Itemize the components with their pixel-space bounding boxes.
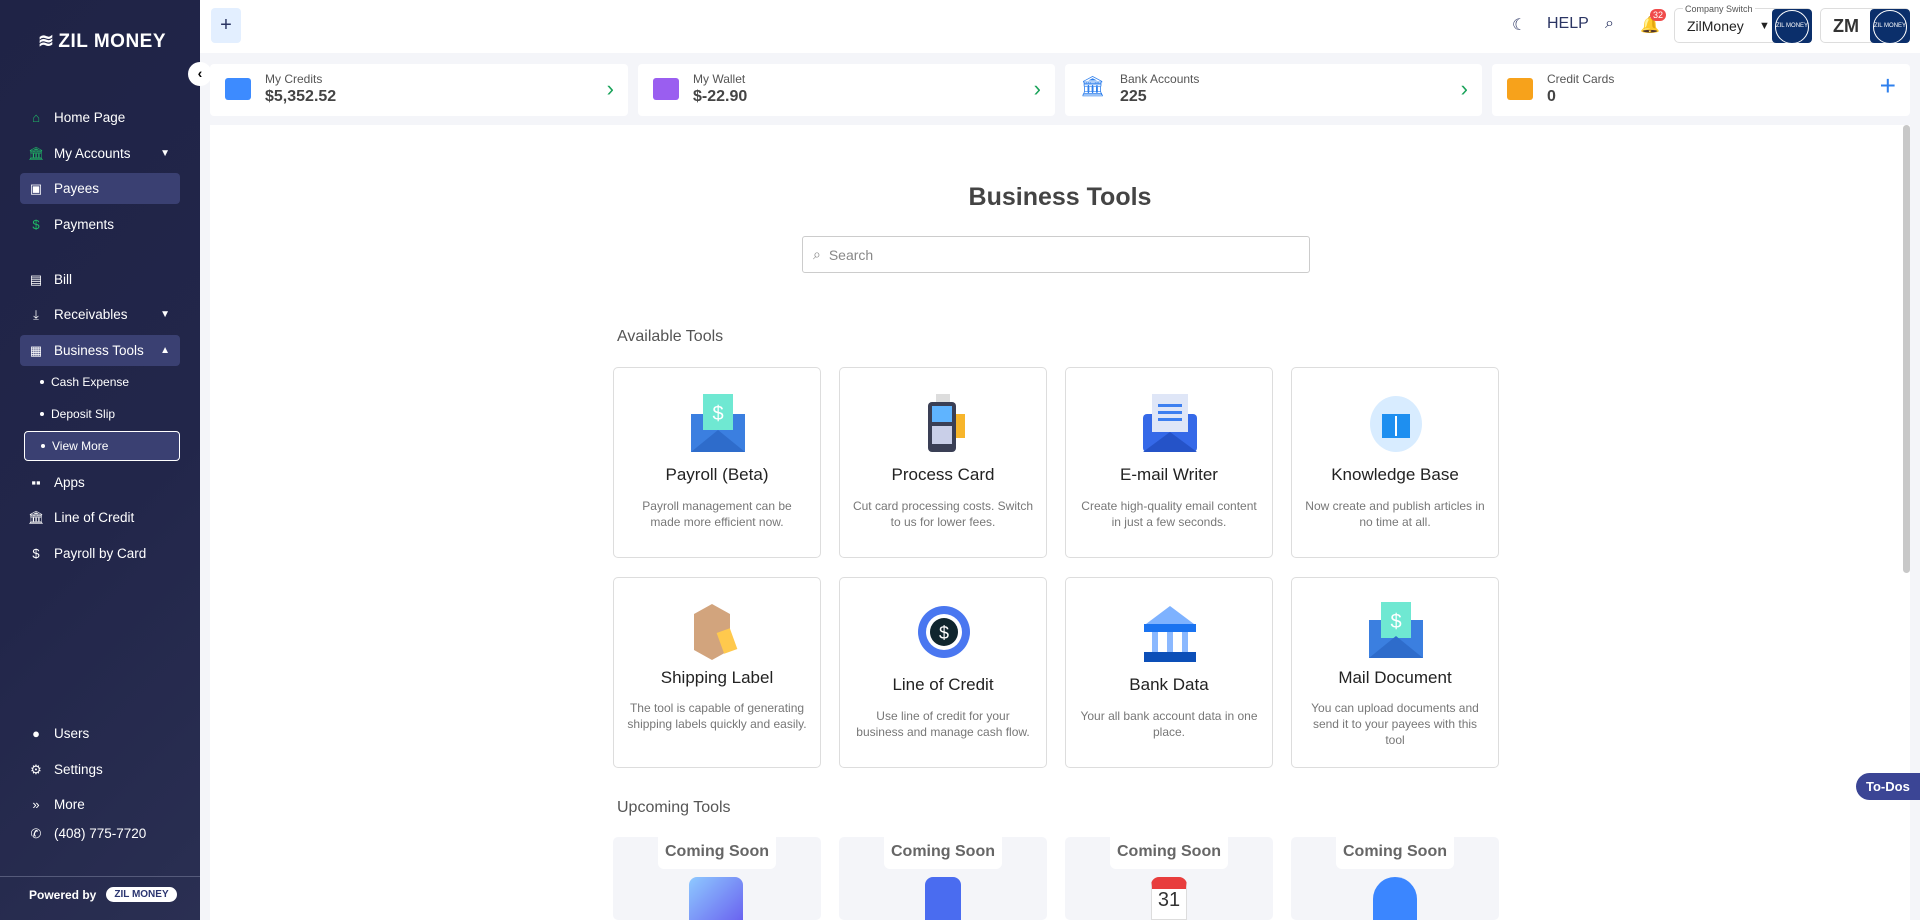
- chat-icon: [689, 877, 743, 920]
- available-tools-heading: Available Tools: [617, 328, 724, 345]
- divider: [0, 876, 200, 877]
- package-icon: [694, 604, 738, 660]
- sidebar-item-users[interactable]: ● Users: [20, 718, 180, 749]
- sidebar-item-bill[interactable]: ▤ Bill: [20, 264, 180, 295]
- credits-icon: [225, 78, 251, 100]
- sidebar-item-business-tools[interactable]: ▦ Business Tools ▲: [20, 335, 180, 366]
- brand-logo[interactable]: ≋ ZIL MONEY: [38, 30, 166, 53]
- summary-credit-cards[interactable]: Credit Cards 0 +: [1492, 64, 1910, 116]
- mail-document-icon: $: [1369, 602, 1423, 658]
- double-chevron-icon: »: [32, 797, 40, 812]
- todos-button[interactable]: To-Dos: [1856, 773, 1920, 800]
- sidebar-item-receivables[interactable]: ⤓ Receivables ▼: [20, 299, 180, 330]
- tool-card-shipping-label[interactable]: Shipping Label The tool is capable of gen…: [613, 577, 821, 768]
- sidebar-item-payees[interactable]: ▣ Payees: [20, 173, 180, 204]
- grid-icon: ▪▪: [31, 475, 41, 490]
- card-terminal-icon: [928, 394, 965, 452]
- bank-building-icon: [1144, 606, 1196, 662]
- svg-text:$: $: [712, 403, 723, 425]
- book-icon: [1370, 396, 1422, 452]
- contact-icon: ▣: [29, 180, 43, 196]
- upcoming-card-chat: Coming Soon: [613, 837, 821, 920]
- payroll-envelope-icon: $: [691, 394, 745, 452]
- calendar-icon: 31: [1151, 877, 1187, 920]
- search-input[interactable]: ⌕ Search: [802, 236, 1310, 273]
- sidebar-item-home[interactable]: ⌂ Home Page: [20, 102, 180, 133]
- dollar-icon: $: [32, 546, 40, 561]
- add-card-button[interactable]: +: [1880, 70, 1896, 102]
- tool-card-email-writer[interactable]: E-mail Writer Create high-quality email c…: [1065, 367, 1273, 558]
- user-icon: ●: [32, 726, 40, 741]
- sidebar-item-more[interactable]: » More: [20, 789, 180, 820]
- sub-item-view-more[interactable]: View More: [24, 431, 180, 461]
- bank-icon: 🏛: [1080, 76, 1106, 98]
- tool-card-bank-data[interactable]: Bank Data Your all bank account data in o…: [1065, 577, 1273, 768]
- summary-bank-accounts[interactable]: 🏛 Bank Accounts 225 ›: [1065, 64, 1482, 116]
- sidebar-item-apps[interactable]: ▪▪ Apps: [20, 467, 180, 498]
- user-avatar: ZIL MONEY: [1870, 9, 1910, 44]
- sub-item-deposit-slip[interactable]: Deposit Slip: [24, 399, 180, 429]
- sidebar: ≋ ZIL MONEY ⌂ Home Page 🏛 My Accounts ▼ ▣ Pay…: [0, 0, 200, 920]
- upcoming-card-video: Coming Soon: [1291, 837, 1499, 920]
- chevron-right-icon[interactable]: ›: [1034, 76, 1041, 102]
- powered-by: Powered by ZIL MONEY: [29, 887, 177, 902]
- upcoming-card-calendar: Coming Soon 31: [1065, 837, 1273, 920]
- top-bar: + ☾ HELP ⌕ 🔔 32 Company Switch ZilMoney ▼…: [200, 0, 1920, 53]
- gear-dollar-icon: $: [918, 606, 970, 658]
- bank-icon: 🏛: [28, 509, 45, 525]
- zil-money-logo: ZIL MONEY: [106, 887, 177, 902]
- sidebar-item-payroll-by-card[interactable]: $ Payroll by Card: [20, 538, 180, 569]
- tool-card-payroll[interactable]: $ Payroll (Beta) Payroll management can be…: [613, 367, 821, 558]
- gear-icon: ⚙: [30, 761, 42, 777]
- chevron-right-icon[interactable]: ›: [1461, 76, 1468, 102]
- email-writer-icon: [1143, 394, 1197, 452]
- help-link[interactable]: HELP: [1547, 15, 1589, 33]
- caret-down-icon: ▼: [1759, 20, 1770, 32]
- bank-icon: 🏛: [28, 145, 45, 161]
- notification-badge: 32: [1650, 9, 1667, 21]
- add-button[interactable]: +: [211, 8, 241, 43]
- sidebar-item-payments[interactable]: $ Payments: [20, 209, 180, 240]
- sub-item-cash-expense[interactable]: Cash Expense: [24, 367, 180, 397]
- document-icon: ▤: [29, 271, 43, 287]
- wing-icon: ≋: [38, 31, 55, 52]
- caret-down-icon: ▼: [160, 148, 170, 159]
- sidebar-item-line-of-credit[interactable]: 🏛 Line of Credit: [20, 502, 180, 533]
- scrollbar[interactable]: [1903, 125, 1910, 573]
- sidebar-item-my-accounts[interactable]: 🏛 My Accounts ▼: [20, 138, 180, 169]
- credit-card-icon: [1507, 78, 1533, 100]
- upcoming-card-fax: Coming Soon: [839, 837, 1047, 920]
- summary-my-wallet[interactable]: My Wallet $-22.90 ›: [638, 64, 1055, 116]
- fax-icon: [925, 877, 961, 920]
- receive-icon: ⤓: [33, 306, 39, 322]
- caret-up-icon: ▲: [160, 345, 170, 356]
- upcoming-tools-heading: Upcoming Tools: [617, 799, 731, 816]
- page-title: Business Tools: [968, 183, 1152, 211]
- wallet-icon: [653, 78, 679, 100]
- sidebar-item-settings[interactable]: ⚙ Settings: [20, 754, 180, 785]
- tool-card-process-card[interactable]: Process Card Cut card processing costs. S…: [839, 367, 1047, 558]
- collapse-sidebar-button[interactable]: ‹: [188, 62, 212, 86]
- svg-text:$: $: [1390, 611, 1401, 633]
- main-panel: Business Tools ⌕ Search Available Tools $…: [210, 125, 1910, 920]
- tool-card-knowledge-base[interactable]: Knowledge Base Now create and publish art…: [1291, 367, 1499, 558]
- chevron-right-icon[interactable]: ›: [607, 76, 614, 102]
- dollar-icon: $: [32, 217, 40, 232]
- svg-text:$: $: [939, 623, 949, 643]
- user-menu[interactable]: ZM ZIL MONEY: [1820, 8, 1910, 44]
- toolbox-icon: ▦: [29, 342, 43, 358]
- phone-icon: ✆: [30, 825, 42, 841]
- search-icon: ⌕: [813, 246, 821, 262]
- caret-down-icon: ▼: [160, 309, 170, 320]
- search-icon[interactable]: ⌕: [1605, 15, 1614, 33]
- tool-card-line-of-credit[interactable]: $ Line of Credit Use line of credit for yo…: [839, 577, 1047, 768]
- summary-my-credits[interactable]: My Credits $5,352.52 ›: [210, 64, 628, 116]
- company-switch[interactable]: Company Switch ZilMoney ▼ ZIL MONEY: [1674, 4, 1812, 44]
- video-icon: [1373, 877, 1417, 920]
- company-logo: ZIL MONEY: [1772, 9, 1812, 44]
- sidebar-phone[interactable]: ✆ (408) 775-7720: [20, 818, 180, 849]
- tool-card-mail-document[interactable]: $ Mail Document You can upload documents a…: [1291, 577, 1499, 768]
- dark-mode-icon[interactable]: ☾: [1512, 15, 1526, 35]
- home-icon: ⌂: [32, 110, 40, 125]
